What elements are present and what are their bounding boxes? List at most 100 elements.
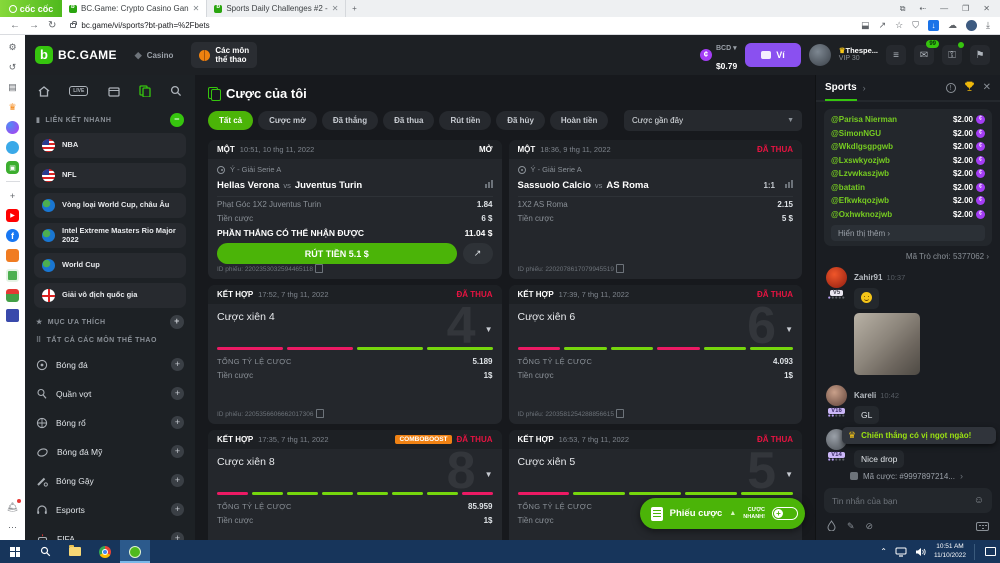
- bookmark-star-icon[interactable]: ☆: [895, 20, 903, 31]
- tab-bcgame[interactable]: BC.Game: Crypto Casino Gan ✕: [62, 0, 207, 17]
- message-username[interactable]: Zahir91: [854, 273, 882, 282]
- volume-icon[interactable]: [915, 547, 926, 557]
- my-bets-icon[interactable]: [139, 85, 151, 97]
- bcgame-logo[interactable]: b BC.GAME: [35, 46, 117, 64]
- bet-card-combo-8[interactable]: KẾT HỢP 17:35, 7 thg 11, 2022 COMBOBOOST…: [208, 430, 502, 540]
- filter-won[interactable]: Đã thắng: [322, 111, 378, 130]
- url-box[interactable]: bc.game/vi/sports?bt-path=%2Fbets: [64, 21, 853, 30]
- add-favorite-button[interactable]: +: [170, 315, 184, 329]
- bet-card-single-open[interactable]: MỘT 10:51, 10 thg 11, 2022 MỞ Ý - Giải S…: [208, 140, 502, 279]
- chevron-right-icon[interactable]: ›: [863, 83, 866, 93]
- filter-cashout[interactable]: Rút tiền: [439, 111, 491, 130]
- feed-row[interactable]: @SimonNGU$2.00¢: [831, 127, 985, 141]
- bell-icon[interactable]: ⚿: [942, 45, 962, 65]
- message-image[interactable]: [854, 313, 920, 375]
- newsfeed-icon[interactable]: ▤: [6, 81, 19, 94]
- crown-rewards-icon[interactable]: ♛: [6, 101, 19, 114]
- chat-message-input[interactable]: [832, 496, 974, 506]
- sync-icon[interactable]: ☁: [948, 20, 957, 31]
- quick-link-nba[interactable]: NBA: [34, 133, 186, 158]
- expand-plus-icon[interactable]: +: [171, 416, 184, 429]
- coccoc-button[interactable]: [120, 540, 150, 563]
- sport-row-fifa[interactable]: FIFA+: [34, 524, 186, 540]
- notifications-bell-icon[interactable]: 🛎: [6, 501, 19, 514]
- maximize-button[interactable]: ❐: [962, 4, 969, 13]
- show-more-button[interactable]: Hiển thị thêm ›: [831, 225, 985, 241]
- expand-plus-icon[interactable]: +: [171, 445, 184, 458]
- nav-sports[interactable]: Các mônthể thao: [191, 42, 257, 68]
- forward-button[interactable]: →: [29, 20, 39, 31]
- sport-row-cricket[interactable]: Bóng Gậy+: [34, 466, 186, 495]
- filter-lost[interactable]: Đã thua: [383, 111, 434, 130]
- betslip-fab[interactable]: Phiếu cược ▲ CƯỢCNHANH!: [640, 498, 805, 529]
- network-icon[interactable]: [895, 547, 907, 557]
- chrome-button[interactable]: [90, 540, 120, 563]
- filter-open[interactable]: Cược mở: [258, 111, 317, 130]
- clock[interactable]: 10:51 AM11/10/2022: [934, 543, 966, 559]
- share-icon[interactable]: ↗: [879, 20, 887, 31]
- mail-icon[interactable]: ✉99: [914, 45, 934, 65]
- download-active-icon[interactable]: ↓: [928, 20, 939, 31]
- add-shortcut-icon[interactable]: +: [6, 189, 19, 202]
- expand-plus-icon[interactable]: +: [171, 387, 184, 400]
- more-options-icon[interactable]: ⋯: [6, 521, 19, 534]
- feed-username[interactable]: @batatin: [831, 183, 865, 192]
- emoji-smiley-icon[interactable]: ☺: [974, 495, 984, 506]
- expand-plus-icon[interactable]: +: [171, 474, 184, 487]
- expand-plus-icon[interactable]: +: [171, 532, 184, 540]
- reload-button[interactable]: ↻: [48, 20, 56, 31]
- quick-link-world-cup[interactable]: World Cup: [34, 253, 186, 278]
- expand-chevron-icon[interactable]: ▼: [785, 470, 793, 479]
- avatar[interactable]: [826, 385, 847, 406]
- back-button[interactable]: ←: [10, 20, 20, 31]
- zalo-icon[interactable]: [6, 141, 19, 154]
- copy-icon[interactable]: [318, 411, 324, 418]
- feed-username[interactable]: @Parisa Nierman: [831, 115, 897, 124]
- feed-username[interactable]: @Efkwkqozjwb: [831, 196, 889, 205]
- sport-row-football[interactable]: Bóng đá+: [34, 350, 186, 379]
- history-icon[interactable]: ↺: [6, 61, 19, 74]
- feed-row[interactable]: @Lzvwkaszjwb$2.00¢: [831, 167, 985, 181]
- new-tab-button[interactable]: +: [346, 0, 362, 17]
- user-info[interactable]: ♛Thespe... VIP 30: [839, 46, 878, 63]
- match-row[interactable]: Hellas Verona vs Juventus Turin: [217, 178, 493, 197]
- stats-icon[interactable]: [485, 180, 493, 188]
- copy-icon[interactable]: [618, 266, 624, 273]
- arrow-icon[interactable]: ⇠: [919, 4, 926, 13]
- feed-username[interactable]: @Lxswkyozjwb: [831, 156, 890, 165]
- quick-link-iem-rio[interactable]: Intel Extreme Masters Rio Major 2022: [34, 223, 186, 248]
- cast-icon[interactable]: ⧉: [900, 4, 906, 14]
- shield-icon[interactable]: ⛉: [912, 20, 919, 31]
- feed-row[interactable]: @batatin$2.00¢: [831, 181, 985, 195]
- downloads-icon[interactable]: ⤓: [986, 20, 990, 31]
- coccoc-brand[interactable]: cốc cốc: [0, 0, 62, 17]
- nav-casino[interactable]: ◆ Casino: [127, 46, 182, 65]
- save-page-icon[interactable]: ⬓: [861, 20, 870, 31]
- filter-all[interactable]: Tất cả: [208, 111, 253, 130]
- profile-avatar-icon[interactable]: [966, 20, 977, 31]
- quick-bet-toggle[interactable]: [772, 507, 798, 520]
- message-username[interactable]: Kareli: [854, 391, 876, 400]
- facebook-icon[interactable]: f: [6, 229, 19, 242]
- sport-row-tennis[interactable]: Quần vợt+: [34, 379, 186, 408]
- game-code-link[interactable]: Mã Trò chơi: 5377062 ›: [816, 246, 1000, 264]
- home-icon[interactable]: [38, 86, 50, 97]
- taskbar-search-button[interactable]: [30, 540, 60, 563]
- close-button[interactable]: ✕: [983, 4, 990, 13]
- close-icon[interactable]: ✕: [983, 82, 991, 93]
- feed-row[interactable]: @Efkwkqozjwb$2.00¢: [831, 194, 985, 208]
- feed-username[interactable]: @Lzvwkaszjwb: [831, 169, 889, 178]
- youtube-icon[interactable]: ▶: [6, 209, 19, 222]
- info-icon[interactable]: !: [946, 83, 956, 93]
- menu-hamburger-icon[interactable]: ≡: [886, 45, 906, 65]
- messenger-icon[interactable]: [6, 121, 19, 134]
- feed-username[interactable]: @Oxhwknozjwb: [831, 210, 892, 219]
- quick-link-nfl[interactable]: NFL: [34, 163, 186, 188]
- expand-chevron-icon[interactable]: ▼: [485, 470, 493, 479]
- quick-link-wc-qualifiers[interactable]: Vòng loại World Cup, châu Âu: [34, 193, 186, 218]
- sport-row-american-football[interactable]: Bóng đá Mỹ+: [34, 437, 186, 466]
- rules-pencil-icon[interactable]: ✎: [847, 521, 855, 532]
- expand-plus-icon[interactable]: +: [171, 503, 184, 516]
- live-icon[interactable]: LIVE: [69, 86, 88, 96]
- gif-icon[interactable]: [827, 520, 836, 533]
